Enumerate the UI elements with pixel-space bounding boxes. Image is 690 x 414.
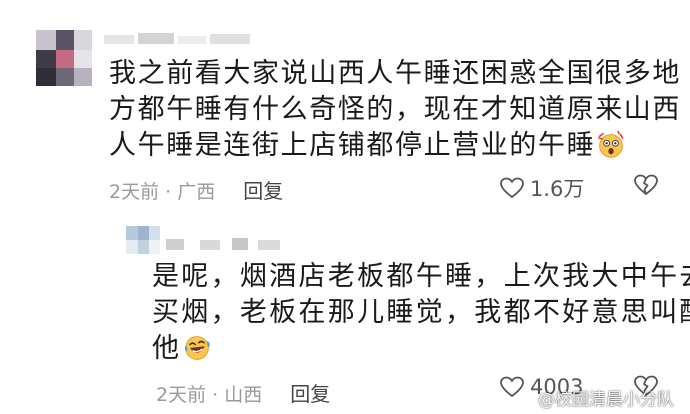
meta-separator: · — [165, 181, 172, 203]
reply-location: 山西 — [224, 384, 263, 406]
broken-heart-icon — [634, 174, 658, 196]
shocked-face-emoji — [598, 131, 624, 158]
username-blurred[interactable] — [166, 236, 286, 252]
reply-text: 是呢，烟酒店老板都午睡，上次我大中午去 买烟，老板在那儿睡觉，我都不好意思叫醒 … — [152, 259, 690, 367]
heart-icon — [500, 376, 524, 398]
reply-button[interactable]: 回复 — [290, 382, 330, 406]
dislike-button[interactable] — [634, 174, 658, 200]
reply-meta: 2天前 · 山西 回复 — [156, 378, 330, 407]
comment-location: 广西 — [177, 181, 216, 203]
laughing-tears-emoji — [185, 336, 211, 360]
avatar[interactable] — [126, 226, 160, 254]
heart-icon — [500, 177, 524, 199]
reply-line: 是呢，烟酒店老板都午睡，上次我大中午去 — [152, 261, 690, 292]
username-blurred[interactable] — [104, 32, 274, 46]
reply-button[interactable]: 回复 — [243, 179, 283, 203]
reply-line: 买烟，老板在那儿睡觉，我都不好意思叫醒 — [152, 297, 690, 328]
watermark: @校园清晨小分队 — [538, 390, 674, 410]
like-count: 1.6万 — [530, 177, 585, 201]
comment-text: 我之前看大家说山西人午睡还困惑全国很多地 方都午睡有什么奇怪的，现在才知道原来山… — [109, 56, 681, 164]
comment-line: 我之前看大家说山西人午睡还困惑全国很多地 — [109, 58, 681, 89]
like-button[interactable]: 1.6万 — [500, 173, 584, 203]
reply-line-last: 他 — [152, 331, 690, 367]
meta-separator: · — [212, 384, 219, 406]
comment-line: 方都午睡有什么奇怪的，现在才知道原来山西 — [109, 94, 681, 125]
avatar[interactable] — [36, 30, 92, 86]
comment-time: 2天前 — [109, 181, 160, 203]
reply-line: 他 — [152, 333, 182, 364]
comment-meta: 2天前 · 广西 回复 — [109, 175, 283, 204]
comment-thread: 我之前看大家说山西人午睡还困惑全国很多地 方都午睡有什么奇怪的，现在才知道原来山… — [0, 0, 690, 414]
comment-line: 人午睡是连街上店铺都停止营业的午睡 — [109, 130, 596, 161]
reply-time: 2天前 — [156, 384, 207, 406]
comment-line-last: 人午睡是连街上店铺都停止营业的午睡 — [109, 128, 681, 164]
